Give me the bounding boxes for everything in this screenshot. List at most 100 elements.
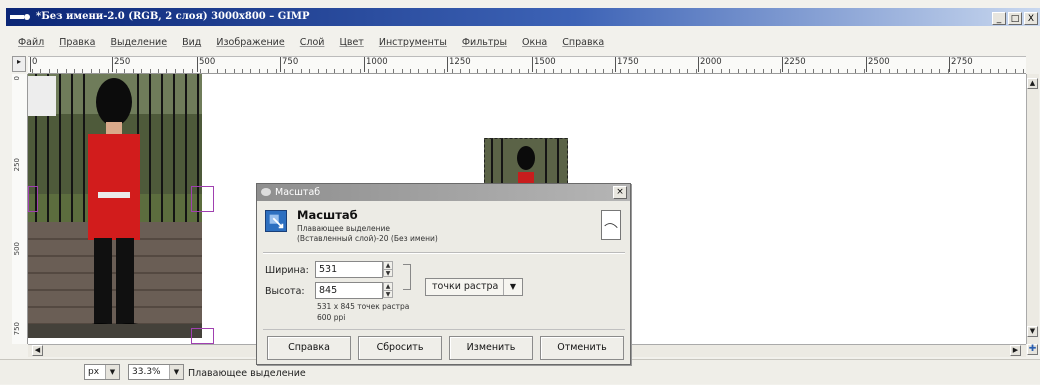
zoom-selector[interactable]: 33.3% ▼ xyxy=(128,364,184,380)
ruler-tick: 0 xyxy=(13,76,21,81)
chevron-down-icon: ▼ xyxy=(503,279,522,295)
ruler-minor-tick xyxy=(368,69,369,73)
width-spinner[interactable]: ▲ ▼ xyxy=(383,261,393,278)
ruler-minor-tick xyxy=(780,69,781,73)
menu-file[interactable]: Файл xyxy=(18,37,44,48)
scroll-up-button[interactable]: ▲ xyxy=(1027,78,1038,89)
ruler-minor-tick xyxy=(578,69,579,73)
ruler-corner-button[interactable]: ▸ xyxy=(12,56,26,72)
height-input[interactable]: 845 xyxy=(315,282,383,299)
guard-photo-image xyxy=(28,74,202,338)
ruler-minor-tick xyxy=(771,69,772,73)
help-button[interactable]: Справка xyxy=(267,336,351,360)
ruler-minor-tick xyxy=(872,69,873,73)
chain-link-icon[interactable] xyxy=(403,264,411,290)
ruler-minor-tick xyxy=(889,69,890,73)
reset-button[interactable]: Сбросить xyxy=(358,336,442,360)
menu-layer[interactable]: Слой xyxy=(300,37,325,48)
ruler-minor-tick xyxy=(402,69,403,73)
unit-dropdown[interactable]: точки растра ▼ xyxy=(425,278,523,296)
ruler-minor-tick xyxy=(301,69,302,73)
selection-handle[interactable] xyxy=(191,186,214,212)
ruler-tick: 1500 xyxy=(532,57,556,72)
ruler-minor-tick xyxy=(267,69,268,73)
minimize-button[interactable]: _ xyxy=(992,12,1006,25)
horizontal-ruler[interactable]: 0 250 500 750 1000 1250 1500 1750 2000 2… xyxy=(28,56,1026,74)
menu-view[interactable]: Вид xyxy=(182,37,201,48)
ruler-minor-tick xyxy=(729,69,730,73)
ruler-tick: 1250 xyxy=(447,57,471,72)
ruler-tick: 1750 xyxy=(615,57,639,72)
menu-help[interactable]: Справка xyxy=(562,37,604,48)
height-spinner[interactable]: ▲ ▼ xyxy=(383,282,393,299)
ruler-minor-tick xyxy=(141,69,142,73)
ruler-minor-tick xyxy=(855,69,856,73)
cancel-button[interactable]: Отменить xyxy=(540,336,624,360)
ruler-minor-tick xyxy=(721,69,722,73)
ruler-minor-tick xyxy=(645,69,646,73)
ruler-minor-tick xyxy=(838,69,839,73)
ruler-tick: 500 xyxy=(196,57,216,72)
close-button[interactable]: X xyxy=(1024,12,1038,25)
ruler-minor-tick xyxy=(662,69,663,73)
ruler-minor-tick xyxy=(334,69,335,73)
scroll-right-button[interactable]: ▶ xyxy=(1010,345,1021,356)
ruler-minor-tick xyxy=(40,69,41,73)
ruler-minor-tick xyxy=(343,69,344,73)
width-value: 531 xyxy=(319,264,338,275)
ruler-minor-tick xyxy=(990,69,991,73)
floating-selection-preview[interactable] xyxy=(484,138,568,188)
ruler-minor-tick xyxy=(292,69,293,73)
decrement-icon[interactable]: ▼ xyxy=(383,290,393,298)
menu-tools[interactable]: Инструменты xyxy=(379,37,447,48)
ruler-minor-tick xyxy=(309,69,310,73)
scroll-down-button[interactable]: ▼ xyxy=(1027,326,1038,337)
ruler-minor-tick xyxy=(637,69,638,73)
ruler-minor-tick xyxy=(528,69,529,73)
ruler-minor-tick xyxy=(620,69,621,73)
navigate-icon[interactable]: ✚ xyxy=(1027,344,1038,355)
selection-handle[interactable] xyxy=(28,186,38,212)
maximize-button[interactable]: □ xyxy=(1008,12,1022,25)
scale-button[interactable]: Изменить xyxy=(449,336,533,360)
ruler-minor-tick xyxy=(998,69,999,73)
ruler-minor-tick xyxy=(116,69,117,73)
menu-colors[interactable]: Цвет xyxy=(339,37,363,48)
menu-edit[interactable]: Правка xyxy=(59,37,95,48)
ruler-minor-tick xyxy=(49,69,50,73)
ruler-minor-tick xyxy=(208,69,209,73)
menu-select[interactable]: Выделение xyxy=(110,37,167,48)
ruler-minor-tick xyxy=(813,69,814,73)
ruler-minor-tick xyxy=(192,69,193,73)
dialog-app-icon xyxy=(261,188,271,196)
unit-dropdown-value: точки растра xyxy=(432,281,499,292)
chevron-down-icon: ▼ xyxy=(105,365,119,379)
ruler-minor-tick xyxy=(931,69,932,73)
menu-image[interactable]: Изображение xyxy=(216,37,284,48)
ruler-minor-tick xyxy=(612,69,613,73)
ruler-tick: 2750 xyxy=(949,57,973,72)
ruler-minor-tick xyxy=(897,69,898,73)
gimp-app-icon xyxy=(10,14,30,20)
width-input[interactable]: 531 xyxy=(315,261,383,278)
menu-filters[interactable]: Фильтры xyxy=(462,37,507,48)
zoom-value: 33.3% xyxy=(132,367,161,377)
ruler-minor-tick xyxy=(99,69,100,73)
increment-icon[interactable]: ▲ xyxy=(383,261,393,269)
increment-icon[interactable]: ▲ xyxy=(383,282,393,290)
ruler-minor-tick xyxy=(788,69,789,73)
selection-handle[interactable] xyxy=(191,328,214,344)
width-label: Ширина: xyxy=(265,265,309,276)
vertical-ruler[interactable]: 0 250 500 750 xyxy=(12,74,28,344)
decrement-icon[interactable]: ▼ xyxy=(383,269,393,277)
dialog-close-button[interactable]: × xyxy=(613,186,627,199)
scroll-left-button[interactable]: ◀ xyxy=(32,345,43,356)
ruler-minor-tick xyxy=(242,69,243,73)
vertical-scrollbar[interactable]: ▲ ▼ xyxy=(1026,74,1039,344)
size-info: 531 x 845 точек растра xyxy=(317,302,410,311)
unit-selector[interactable]: px ▼ xyxy=(84,364,120,380)
ruler-minor-tick xyxy=(511,69,512,73)
menu-windows[interactable]: Окна xyxy=(522,37,547,48)
dialog-titlebar[interactable]: Масштаб × xyxy=(257,184,630,201)
dialog-heading: Масштаб xyxy=(297,208,358,222)
